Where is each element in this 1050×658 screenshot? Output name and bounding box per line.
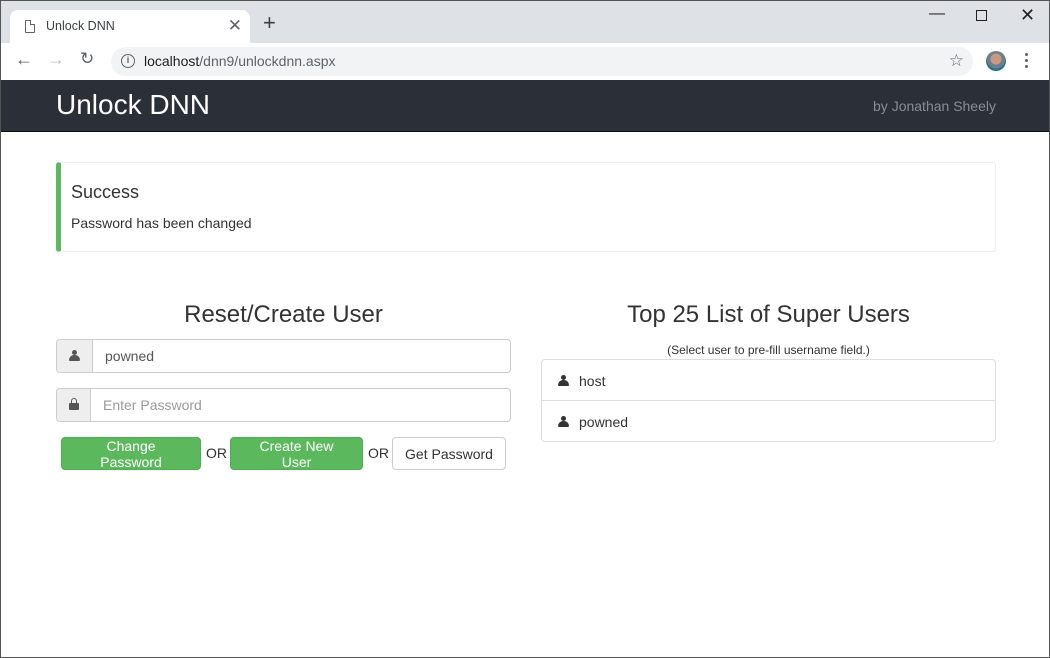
get-password-button[interactable]: Get Password [392,437,506,470]
brand-title[interactable]: Unlock DNN [56,89,210,121]
username-addon [57,340,93,372]
browser-menu-icon[interactable] [1025,53,1029,71]
password-input-group [56,388,511,422]
username-input-group [56,339,511,373]
reload-icon[interactable]: ↻ [80,50,94,67]
user-name: powned [579,414,629,430]
list-item[interactable]: powned [542,401,995,441]
user-name: host [579,373,606,389]
user-icon [558,416,569,427]
bookmark-star-icon[interactable]: ☆ [949,51,964,71]
site-info-icon[interactable]: i [121,54,135,68]
back-icon[interactable]: ← [15,50,33,68]
author-byline: by Jonathan Sheely [873,98,996,114]
super-users-hint: (Select user to pre-fill username field.… [667,343,870,357]
password-input[interactable] [91,389,510,421]
create-new-user-button[interactable]: Create New User [230,437,363,470]
tab-close-icon[interactable]: ✕ [228,16,242,36]
tab-title: Unlock DNN [46,19,115,33]
url-text[interactable]: localhost/dnn9/unlockdnn.aspx [144,53,335,69]
maximize-icon[interactable] [976,10,987,21]
browser-toolbar: ← → ↻ i localhost/dnn9/unlockdnn.aspx ☆ [1,43,1049,80]
url-host: localhost [144,53,200,69]
super-users-heading: Top 25 List of Super Users [627,301,910,328]
password-addon [57,389,91,421]
reset-create-heading: Reset/Create User [184,301,383,328]
forward-icon[interactable]: → [47,50,65,68]
window-close-icon[interactable]: ✕ [1020,5,1035,26]
alert-title: Success [71,182,140,202]
new-tab-button[interactable]: + [263,12,276,34]
profile-avatar[interactable] [986,51,1006,71]
success-alert: Success Password has been changed [56,162,996,252]
url-path: /dnn9/unlockdnn.aspx [199,53,336,69]
site-navbar: Unlock DNN by Jonathan Sheely [1,80,1049,132]
browser-tab[interactable]: Unlock DNN ✕ [10,10,250,43]
alert-message: Password has been changed [71,215,252,231]
minimize-icon[interactable]: — [929,5,945,23]
browser-tabstrip: Unlock DNN ✕ + — ✕ [1,1,1049,43]
page-icon [25,20,35,33]
list-item[interactable]: host [542,360,995,401]
super-users-list: host powned [541,359,996,442]
change-password-button[interactable]: Change Password [61,437,201,470]
user-icon [558,375,569,386]
username-input[interactable] [93,340,510,372]
lock-icon [69,398,79,410]
or-separator: OR [206,445,227,461]
user-icon [69,350,80,361]
address-bar[interactable]: i localhost/dnn9/unlockdnn.aspx ☆ [111,47,973,76]
or-separator: OR [368,445,389,461]
